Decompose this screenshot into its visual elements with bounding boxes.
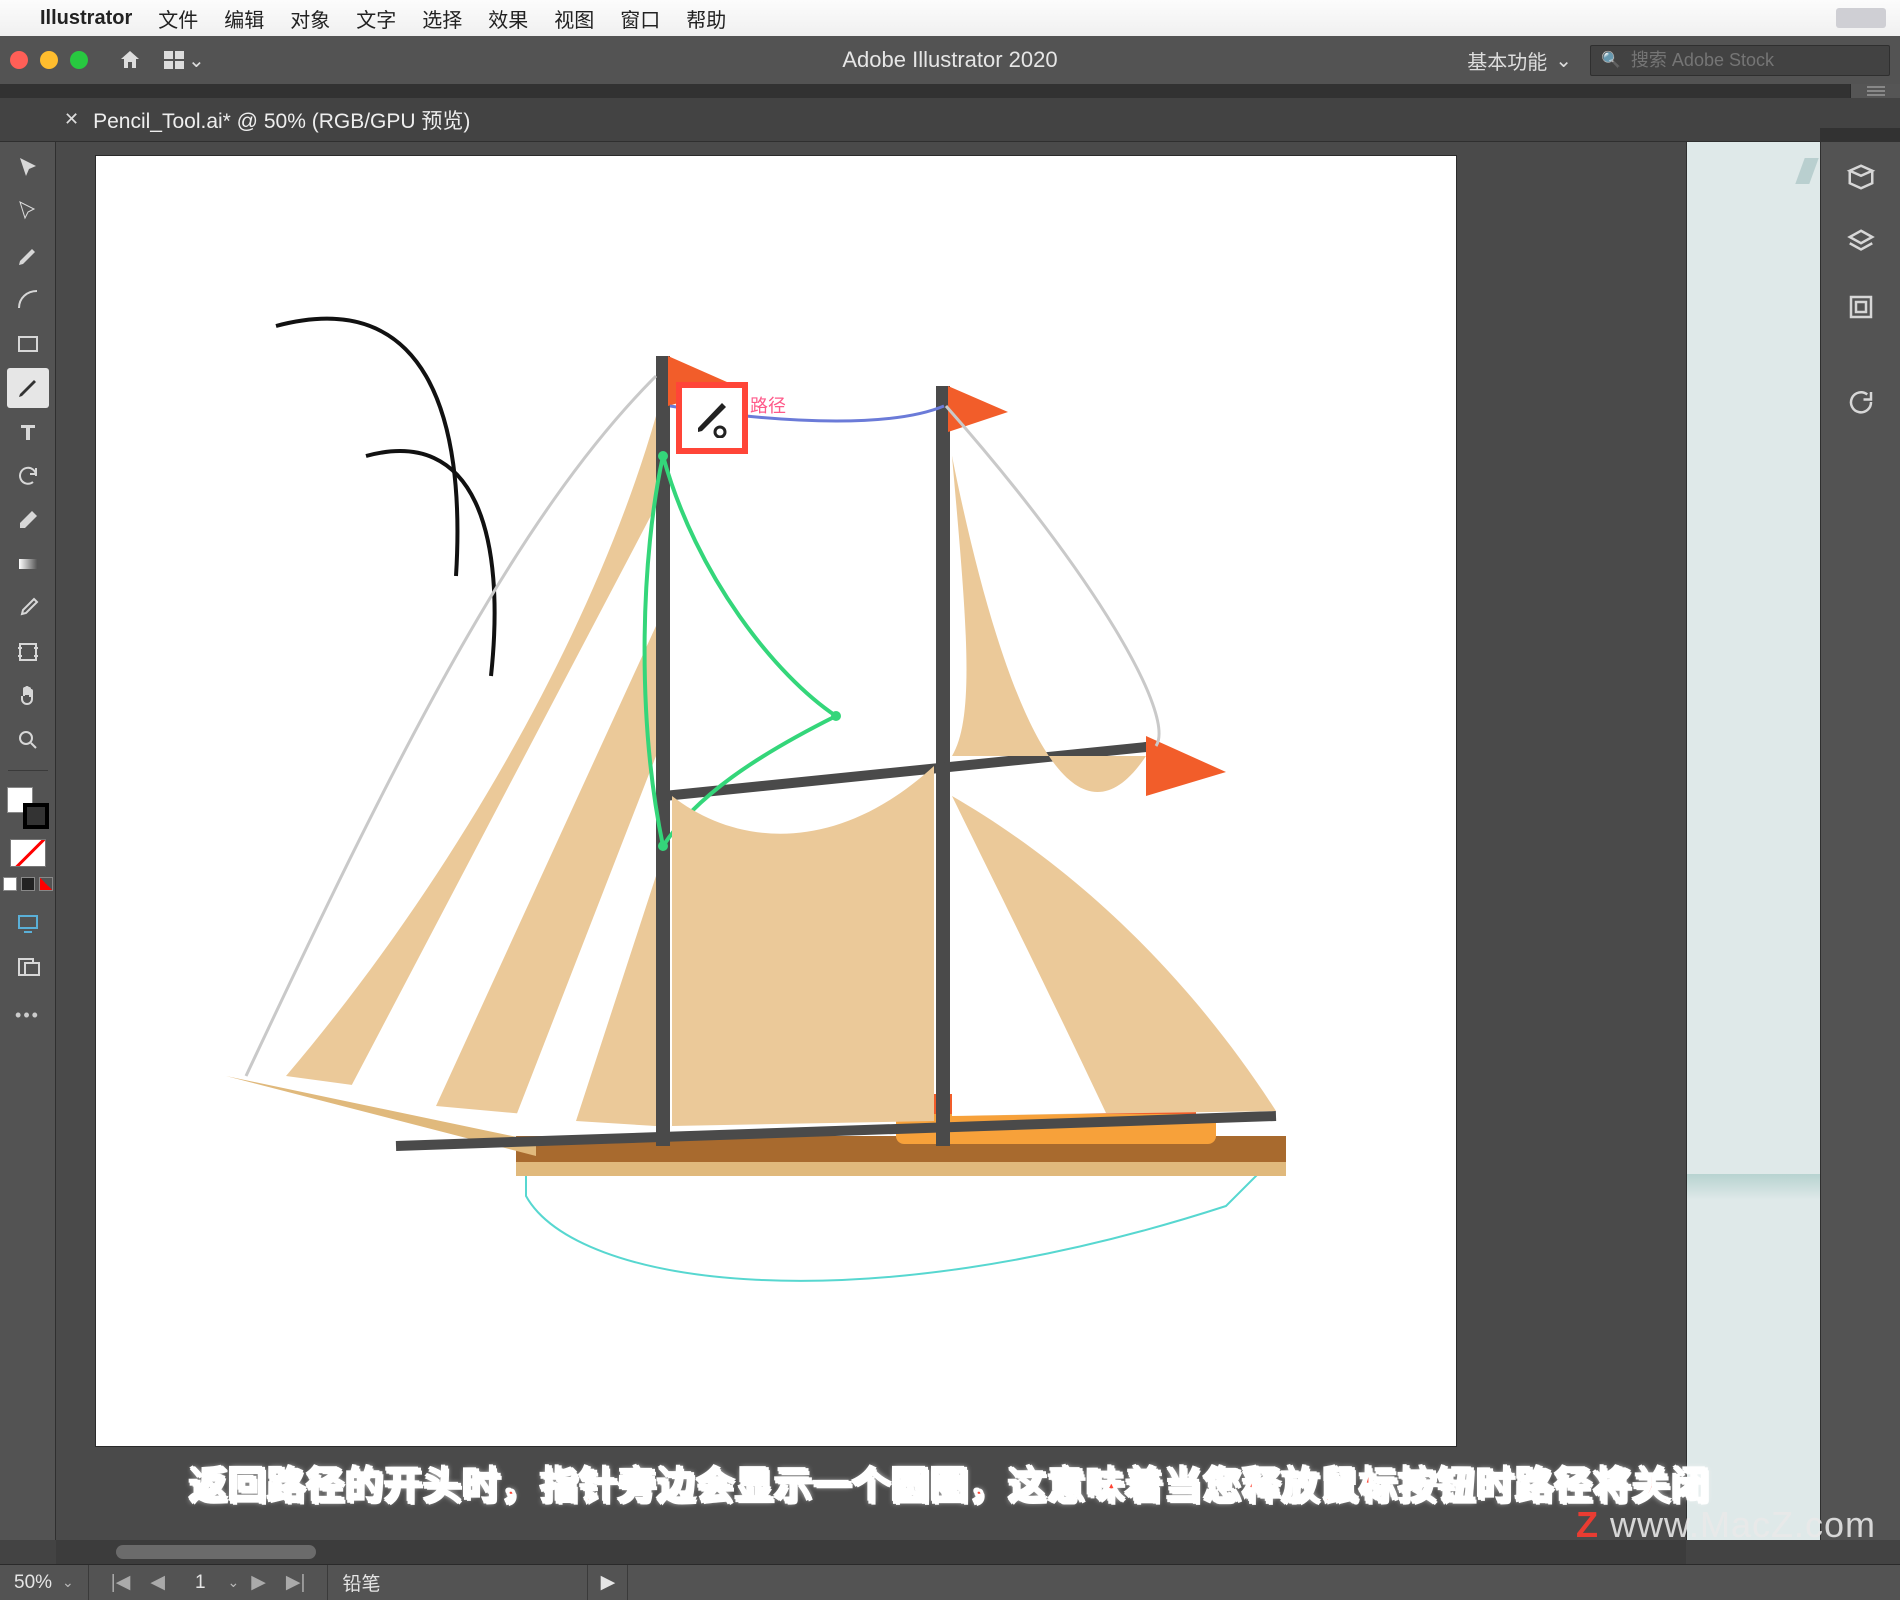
navigator-horizon: [1687, 1174, 1820, 1200]
properties-panel-icon[interactable]: [1846, 162, 1876, 197]
control-bar-collapsed: [0, 84, 1900, 98]
eraser-tool[interactable]: [7, 500, 49, 540]
chevron-down-icon: ⌄: [228, 1574, 240, 1591]
artboard[interactable]: 路径: [96, 156, 1456, 1446]
watermark: Z www.MacZ.com: [1576, 1504, 1876, 1546]
window-minimize-button[interactable]: [40, 51, 58, 69]
pencil-close-path-cursor: [676, 382, 748, 454]
tools-panel: •••: [0, 142, 56, 1540]
workspace-switcher[interactable]: 基本功能 ⌄: [1467, 46, 1572, 75]
menu-help[interactable]: 帮助: [686, 4, 726, 33]
screen-mode-icon[interactable]: [7, 903, 49, 943]
gradient-mode-icon[interactable]: [21, 877, 35, 891]
app-title-bar: ⌄ Adobe Illustrator 2020 基本功能 ⌄ 🔍: [0, 36, 1900, 84]
arrange-documents-icon[interactable]: ⌄: [164, 48, 205, 73]
scrollbar-thumb[interactable]: [116, 1545, 316, 1559]
cursor-annotation-label: 路径: [750, 392, 786, 418]
navigator-thumbnail: [1795, 158, 1818, 184]
home-icon[interactable]: [116, 48, 144, 72]
horizontal-scrollbar[interactable]: [56, 1540, 1686, 1564]
artboard-index[interactable]: 1: [177, 1572, 224, 1594]
type-tool[interactable]: [7, 412, 49, 452]
menu-view[interactable]: 视图: [554, 4, 594, 33]
zoom-tool[interactable]: [7, 720, 49, 760]
current-tool-status[interactable]: 铅笔: [328, 1565, 588, 1600]
instruction-caption: 返回路径的开头时，指针旁边会显示一个圆圈，这意味着当您释放鼠标按钮时路径将关闭: [0, 1455, 1900, 1510]
app-title: Adobe Illustrator 2020: [842, 47, 1057, 73]
curvature-tool[interactable]: [7, 280, 49, 320]
none-mode-icon[interactable]: [39, 877, 53, 891]
chevron-down-icon: ⌄: [1555, 48, 1572, 73]
first-artboard-button[interactable]: |◀: [103, 1571, 139, 1594]
draw-mode-row: [3, 877, 53, 891]
panel-drag-handle[interactable]: [1850, 84, 1900, 98]
selection-tool[interactable]: [7, 148, 49, 188]
menu-file[interactable]: 文件: [158, 4, 198, 33]
menu-type[interactable]: 文字: [356, 4, 396, 33]
no-fill-indicator[interactable]: [10, 839, 46, 867]
close-tab-icon[interactable]: ✕: [64, 109, 79, 130]
menu-effect[interactable]: 效果: [488, 4, 528, 33]
current-tool-label: 铅笔: [342, 1569, 380, 1596]
eyedropper-tool[interactable]: [7, 588, 49, 628]
gradient-tool[interactable]: [7, 544, 49, 584]
refresh-panel-icon[interactable]: [1846, 387, 1876, 422]
navigator-panel[interactable]: [1686, 142, 1820, 1540]
stroke-swatch[interactable]: [23, 803, 49, 829]
artboard-nav: |◀ ◀ 1 ⌄ ▶ ▶|: [89, 1565, 329, 1600]
macos-menu-bar: Illustrator 文件 编辑 对象 文字 选择 效果 视图 窗口 帮助: [0, 0, 1900, 36]
canvas-area[interactable]: 路径: [56, 142, 1900, 1540]
menu-extras-placeholder: [1836, 8, 1886, 28]
menu-select[interactable]: 选择: [422, 4, 462, 33]
artboard-tool[interactable]: [7, 632, 49, 672]
chevron-down-icon: ⌄: [62, 1574, 74, 1591]
color-mode-icon[interactable]: [3, 877, 17, 891]
watermark-text: www.MacZ.com: [1599, 1504, 1876, 1545]
search-icon: 🔍: [1601, 50, 1621, 70]
stock-search[interactable]: 🔍: [1590, 45, 1890, 76]
window-controls: [10, 51, 88, 69]
pen-tool[interactable]: [7, 236, 49, 276]
status-menu-button[interactable]: ▶: [588, 1565, 628, 1600]
document-tab[interactable]: ✕ Pencil_Tool.ai* @ 50% (RGB/GPU 预览): [64, 105, 470, 135]
document-tab-label: Pencil_Tool.ai* @ 50% (RGB/GPU 预览): [93, 105, 470, 135]
app-name[interactable]: Illustrator: [40, 7, 132, 30]
rectangle-tool[interactable]: [7, 324, 49, 364]
window-close-button[interactable]: [10, 51, 28, 69]
chevron-down-icon: ⌄: [188, 48, 205, 73]
rotate-tool[interactable]: [7, 456, 49, 496]
layers-panel-icon[interactable]: [1846, 227, 1876, 262]
pencil-tool[interactable]: [7, 368, 49, 408]
app-body: ✕ Pencil_Tool.ai* @ 50% (RGB/GPU 预览): [0, 84, 1900, 1600]
menu-object[interactable]: 对象: [290, 4, 330, 33]
zoom-level[interactable]: 50% ⌄: [0, 1565, 89, 1600]
prev-artboard-button[interactable]: ◀: [142, 1571, 173, 1594]
right-dock-strip: [1820, 128, 1900, 142]
next-artboard-button[interactable]: ▶: [243, 1571, 274, 1594]
libraries-panel-icon[interactable]: [1846, 292, 1876, 327]
last-artboard-button[interactable]: ▶|: [278, 1571, 314, 1594]
zoom-value: 50%: [14, 1572, 52, 1594]
fill-stroke-swatch[interactable]: [7, 787, 49, 829]
more-tools-icon[interactable]: •••: [15, 1005, 40, 1026]
hand-tool[interactable]: [7, 676, 49, 716]
watermark-z: Z: [1576, 1504, 1599, 1545]
right-panel-dock: [1820, 142, 1900, 1540]
edit-toolbar-icon[interactable]: [7, 947, 49, 987]
direct-selection-tool[interactable]: [7, 192, 49, 232]
workspace-label: 基本功能: [1467, 46, 1547, 75]
stock-search-input[interactable]: [1631, 50, 1879, 71]
window-fullscreen-button[interactable]: [70, 51, 88, 69]
status-bar: 50% ⌄ |◀ ◀ 1 ⌄ ▶ ▶| 铅笔 ▶: [0, 1564, 1900, 1600]
menu-edit[interactable]: 编辑: [224, 4, 264, 33]
menu-window[interactable]: 窗口: [620, 4, 660, 33]
document-tab-bar: ✕ Pencil_Tool.ai* @ 50% (RGB/GPU 预览): [0, 98, 1900, 142]
